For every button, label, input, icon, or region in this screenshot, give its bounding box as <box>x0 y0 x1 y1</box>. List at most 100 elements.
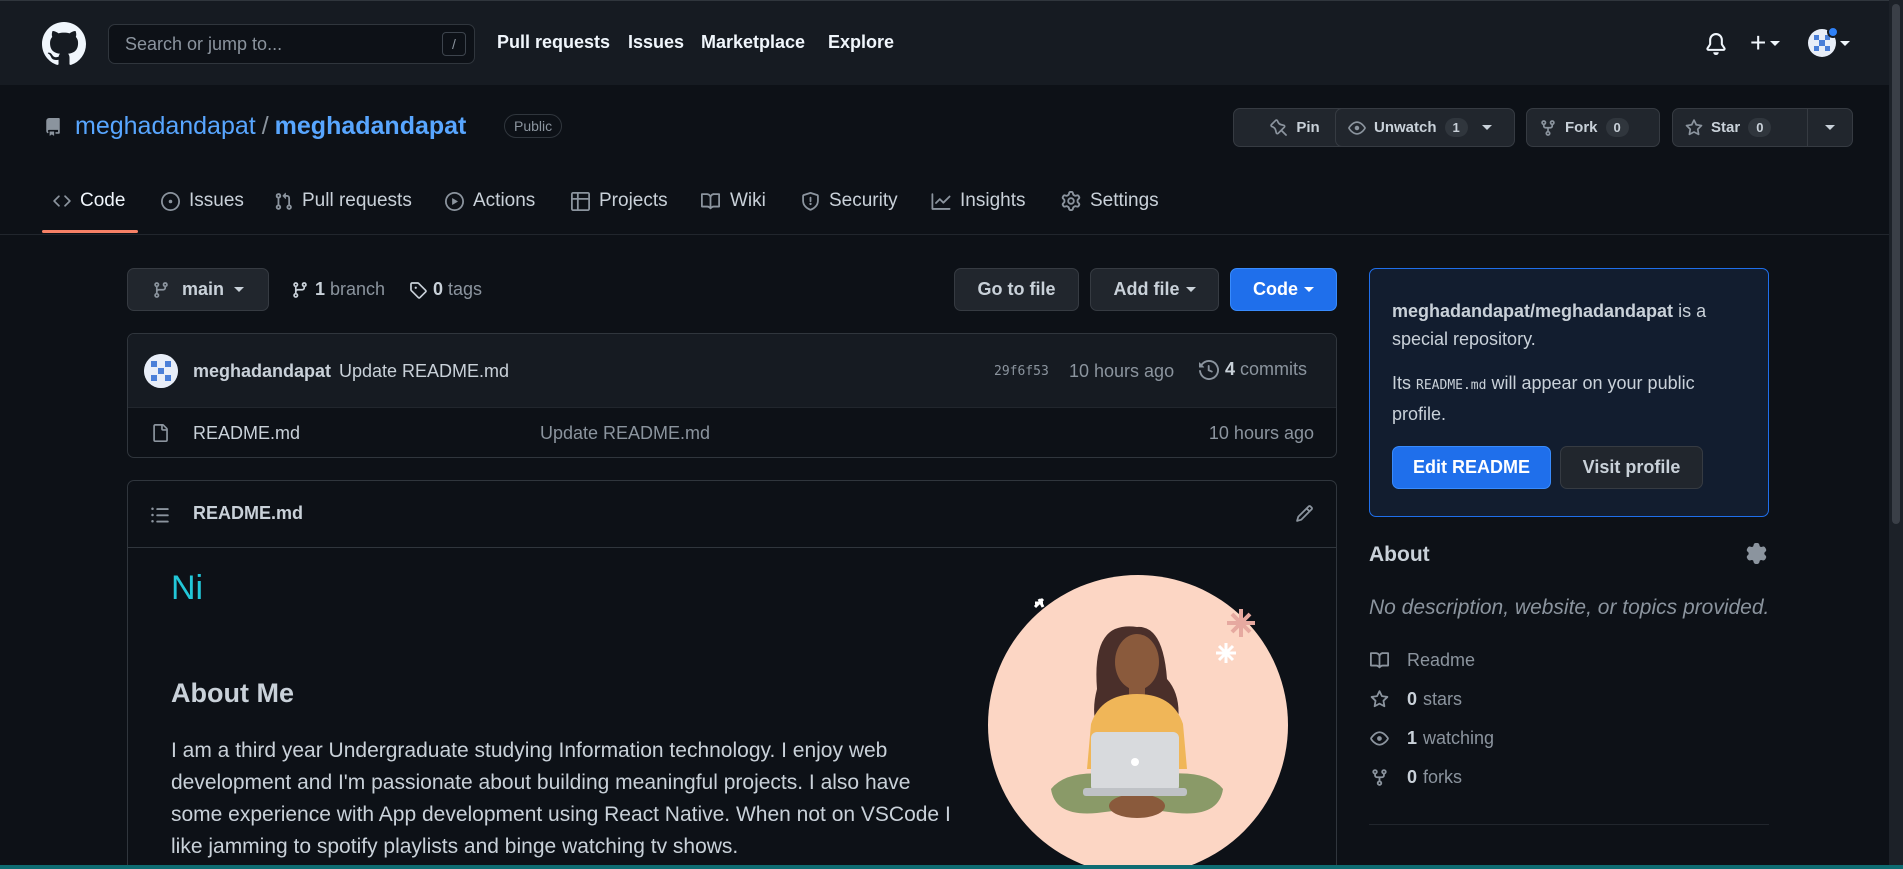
page-scrollbar[interactable] <box>1889 0 1903 869</box>
unwatch-label: Unwatch <box>1374 119 1437 136</box>
gear-icon[interactable] <box>1746 543 1767 564</box>
book-icon <box>1370 652 1390 669</box>
table-row[interactable]: README.md Update README.md 10 hours ago <box>128 409 1336 457</box>
watching-count: 1 <box>1407 728 1418 748</box>
bell-icon[interactable] <box>1705 33 1727 55</box>
shield-icon <box>802 191 819 211</box>
special-repo-text: meghadandapat/meghadandapat is a special… <box>1392 297 1752 353</box>
gear-icon <box>1061 191 1081 211</box>
readme-greeting: Ni <box>171 569 204 607</box>
watch-count: 1 <box>1444 118 1468 137</box>
commit-count: 4 <box>1225 359 1236 379</box>
repo-title: meghadandapat / meghadandapat <box>75 112 466 141</box>
special-its: Its <box>1392 373 1417 393</box>
stars-count: 0 <box>1407 689 1418 709</box>
taskbar-strip <box>0 865 1903 869</box>
edit-readme-button[interactable]: Edit README <box>1392 446 1551 489</box>
tab-code-label: Code <box>80 190 126 211</box>
readme-title-link[interactable]: README.md <box>193 503 303 524</box>
visibility-badge: Public <box>504 114 563 138</box>
nav-pull-requests[interactable]: Pull requests <box>497 32 610 53</box>
special-repo-callout: meghadandapat/meghadandapat is a special… <box>1369 268 1769 517</box>
star-icon <box>1370 690 1389 708</box>
scrollbar-thumb[interactable] <box>1892 4 1900 524</box>
tab-wiki-label: Wiki <box>730 190 766 211</box>
nav-issues[interactable]: Issues <box>628 32 684 53</box>
tab-issues[interactable]: Issues <box>161 190 244 212</box>
file-list-box: meghadandapat Update README.md 29f6f53 1… <box>127 333 1337 458</box>
tags-link[interactable]: 0 tags <box>409 279 482 300</box>
special-repo-path: meghadandapat/meghadandapat <box>1392 301 1674 321</box>
unwatch-button[interactable]: Unwatch 1 <box>1335 108 1515 147</box>
pull-request-icon <box>275 192 292 210</box>
go-to-file-button[interactable]: Go to file <box>954 268 1079 311</box>
search-input[interactable]: Search or jump to... / <box>108 24 475 64</box>
user-avatar-menu[interactable] <box>1808 26 1850 57</box>
file-commit-message-link[interactable]: Update README.md <box>540 423 710 444</box>
tab-code[interactable]: Code <box>53 190 125 212</box>
tabs-divider <box>0 234 1903 235</box>
special-readme-file: README.md <box>1416 378 1487 393</box>
sidebar-divider <box>1369 824 1769 825</box>
readme-box: README.md Ni About Me I am a third year … <box>127 480 1337 869</box>
tab-insights[interactable]: Insights <box>931 190 1025 212</box>
tab-security[interactable]: Security <box>801 190 898 212</box>
readme-about-text: I am a third year Undergraduate studying… <box>171 739 951 858</box>
tab-settings[interactable]: Settings <box>1061 190 1159 212</box>
watchers-link[interactable]: 1 watching <box>1369 728 1494 749</box>
watching-label: watching <box>1423 728 1495 748</box>
forks-link[interactable]: 0 forks <box>1369 767 1462 788</box>
list-unordered-icon[interactable] <box>150 505 170 525</box>
tag-count: 0 <box>433 279 444 299</box>
commit-author-link[interactable]: meghadandapat <box>193 361 331 382</box>
branch-label: branch <box>330 279 386 299</box>
global-header: Search or jump to... / Pull requests Iss… <box>0 0 1903 85</box>
issue-icon <box>161 191 180 211</box>
tag-label: tags <box>448 279 483 299</box>
star-button[interactable]: Star 0 <box>1672 108 1808 147</box>
visit-profile-button[interactable]: Visit profile <box>1560 446 1703 489</box>
fork-icon <box>1372 769 1387 786</box>
tab-projects[interactable]: Projects <box>571 190 668 212</box>
tab-wiki[interactable]: Wiki <box>700 190 766 212</box>
tab-pull-requests[interactable]: Pull requests <box>274 190 412 212</box>
branches-link[interactable]: 1 branch <box>291 279 385 300</box>
commit-sha-link[interactable]: 29f6f53 <box>994 364 1049 379</box>
chevron-down-icon <box>1825 125 1835 130</box>
active-tab-indicator <box>42 230 138 233</box>
commits-link[interactable]: 4 commits <box>1199 359 1307 380</box>
pin-label: Pin <box>1296 119 1320 136</box>
file-name-link[interactable]: README.md <box>193 423 300 444</box>
tab-pull-requests-label: Pull requests <box>302 190 412 211</box>
branch-select-button[interactable]: main <box>127 268 269 311</box>
github-logo-icon[interactable] <box>42 22 86 66</box>
tag-icon <box>410 281 427 299</box>
commits-label: commits <box>1240 359 1308 379</box>
repo-name-link[interactable]: meghadandapat <box>275 112 467 140</box>
readme-link[interactable]: Readme <box>1369 650 1475 671</box>
table-icon <box>571 191 590 211</box>
commit-message-link[interactable]: Update README.md <box>339 361 509 382</box>
nav-marketplace[interactable]: Marketplace <box>701 32 805 53</box>
avatar[interactable] <box>144 354 178 388</box>
code-button[interactable]: Code <box>1230 268 1337 311</box>
pencil-icon[interactable] <box>1295 504 1314 523</box>
nav-explore[interactable]: Explore <box>828 32 894 53</box>
forks-label: forks <box>1423 767 1463 787</box>
tab-settings-label: Settings <box>1090 190 1159 211</box>
fork-button[interactable]: Fork 0 <box>1526 108 1660 147</box>
add-file-button[interactable]: Add file <box>1090 268 1219 311</box>
play-icon <box>445 191 464 211</box>
stars-link[interactable]: 0 stars <box>1369 689 1462 710</box>
repo-owner-link[interactable]: meghadandapat <box>75 112 256 140</box>
eye-icon <box>1370 731 1389 746</box>
history-icon <box>1199 359 1219 380</box>
developer-illustration <box>988 575 1288 869</box>
star-list-dropdown[interactable] <box>1807 108 1853 147</box>
create-new-menu[interactable]: + <box>1750 27 1781 59</box>
readme-link-label: Readme <box>1407 650 1476 670</box>
tab-actions-label: Actions <box>473 190 536 211</box>
add-file-label: Add file <box>1113 279 1180 299</box>
star-label: Star <box>1711 119 1741 136</box>
tab-actions[interactable]: Actions <box>445 190 535 212</box>
